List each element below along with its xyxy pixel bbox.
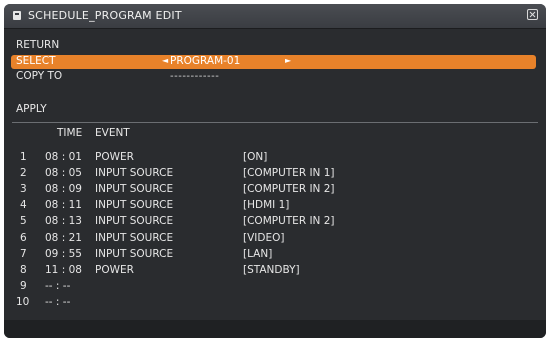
event-column-header: EVENT <box>95 127 130 139</box>
row-time: 08 : 13 <box>45 215 82 227</box>
row-number: 2 <box>20 167 27 179</box>
row-detail: [STANDBY] <box>243 264 300 276</box>
row-detail: [COMPUTER IN 1] <box>243 167 335 179</box>
row-detail: [VIDEO] <box>243 232 285 244</box>
row-event: INPUT SOURCE <box>95 183 174 195</box>
table-row[interactable]: 5 08 : 13 INPUT SOURCE [COMPUTER IN 2] <box>4 215 546 231</box>
row-time: 08 : 05 <box>45 167 82 179</box>
row-number: 8 <box>20 264 27 276</box>
row-detail: [ON] <box>243 151 268 163</box>
row-event: INPUT SOURCE <box>95 199 174 211</box>
row-number: 7 <box>20 248 27 260</box>
select-label: SELECT <box>16 55 56 67</box>
row-time: 11 : 08 <box>45 264 82 276</box>
row-detail: [HDMI 1] <box>243 199 290 211</box>
time-column-header: TIME <box>57 127 83 139</box>
select-value: PROGRAM-01 <box>170 55 241 67</box>
row-time: 09 : 55 <box>45 248 82 260</box>
table-row[interactable]: 10 -- : -- <box>4 296 546 312</box>
table-row[interactable]: 2 08 : 05 INPUT SOURCE [COMPUTER IN 1] <box>4 167 546 183</box>
row-number: 10 <box>16 296 30 308</box>
schedule-program-edit-window: SCHEDULE_PROGRAM EDIT RETURN SELECT ◄ PR… <box>4 4 546 338</box>
title-bar: SCHEDULE_PROGRAM EDIT <box>4 4 546 29</box>
bottom-bar <box>4 320 546 338</box>
row-number: 1 <box>20 151 27 163</box>
arrow-left-icon[interactable]: ◄ <box>162 56 168 65</box>
row-event: POWER <box>95 264 134 276</box>
row-time: -- : -- <box>45 296 71 308</box>
row-time: 08 : 11 <box>45 199 82 211</box>
row-time: 08 : 21 <box>45 232 82 244</box>
row-event: INPUT SOURCE <box>95 215 174 227</box>
return-menu-item[interactable]: RETURN <box>16 39 59 51</box>
row-detail: [LAN] <box>243 248 273 260</box>
row-event: INPUT SOURCE <box>95 167 174 179</box>
table-row[interactable]: 7 09 : 55 INPUT SOURCE [LAN] <box>4 248 546 264</box>
row-number: 4 <box>20 199 27 211</box>
row-event: INPUT SOURCE <box>95 248 174 260</box>
divider <box>12 122 538 123</box>
copy-to-menu-item[interactable]: COPY TO <box>16 70 62 82</box>
row-time: 08 : 09 <box>45 183 82 195</box>
select-menu-item[interactable]: SELECT ◄ PROGRAM-01 ► <box>11 55 536 69</box>
table-row[interactable]: 1 08 : 01 POWER [ON] <box>4 151 546 167</box>
table-row[interactable]: 4 08 : 11 INPUT SOURCE [HDMI 1] <box>4 199 546 215</box>
row-time: -- : -- <box>45 280 71 292</box>
row-number: 6 <box>20 232 27 244</box>
row-detail: [COMPUTER IN 2] <box>243 215 335 227</box>
row-number: 3 <box>20 183 27 195</box>
row-detail: [COMPUTER IN 2] <box>243 183 335 195</box>
arrow-right-icon[interactable]: ► <box>285 56 291 65</box>
table-row[interactable]: 9 -- : -- <box>4 280 546 296</box>
row-event: POWER <box>95 151 134 163</box>
row-number: 9 <box>20 280 27 292</box>
row-number: 5 <box>20 215 27 227</box>
schedule-icon <box>13 11 21 20</box>
table-row[interactable]: 3 08 : 09 INPUT SOURCE [COMPUTER IN 2] <box>4 183 546 199</box>
table-row[interactable]: 8 11 : 08 POWER [STANDBY] <box>4 264 546 280</box>
window-title: SCHEDULE_PROGRAM EDIT <box>28 9 182 22</box>
apply-menu-item[interactable]: APPLY <box>16 103 47 115</box>
table-row[interactable]: 6 08 : 21 INPUT SOURCE [VIDEO] <box>4 232 546 248</box>
row-event: INPUT SOURCE <box>95 232 174 244</box>
close-icon[interactable] <box>527 9 538 20</box>
row-time: 08 : 01 <box>45 151 82 163</box>
copy-to-value: ------------ <box>170 71 220 82</box>
